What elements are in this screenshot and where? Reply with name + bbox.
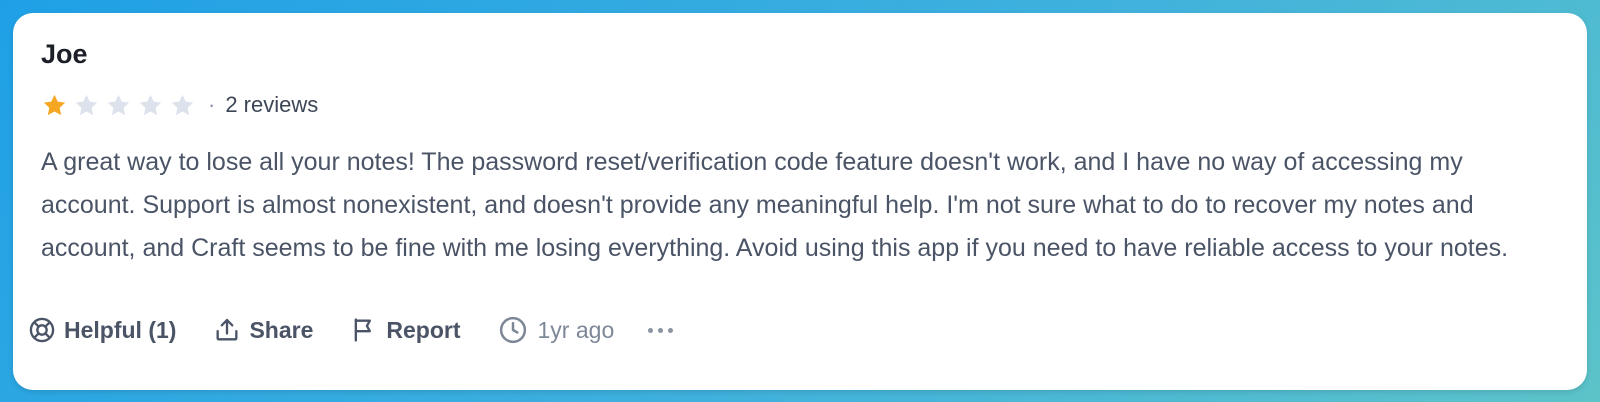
- more-horizontal-icon: [648, 327, 654, 333]
- separator-dot: ·: [208, 92, 216, 117]
- share-upload-icon: [213, 316, 241, 344]
- helpful-label: Helpful (1): [64, 316, 177, 343]
- star-empty-icon: [171, 94, 194, 115]
- review-timestamp: 1yr ago: [498, 315, 615, 345]
- reviewer-name: Joe: [41, 39, 88, 69]
- star-empty-icon: [107, 94, 130, 115]
- star-empty-icon: [139, 94, 162, 115]
- lifebuoy-icon: [28, 316, 56, 344]
- star-rating: [41, 92, 196, 119]
- star-empty-icon: [75, 94, 98, 115]
- share-label: Share: [249, 316, 314, 343]
- time-label: 1yr ago: [537, 316, 615, 343]
- review-count[interactable]: 2 reviews: [225, 92, 318, 118]
- helpful-button[interactable]: Helpful (1): [28, 316, 176, 344]
- more-options-button[interactable]: [648, 316, 674, 344]
- review-actions: Helpful (1) Share Report 1yr ago: [28, 313, 674, 347]
- rating-row: · 2 reviews: [41, 91, 1559, 119]
- share-button[interactable]: Share: [213, 316, 313, 344]
- flag-icon: [350, 316, 378, 344]
- report-label: Report: [386, 316, 461, 343]
- review-body: A great way to lose all your notes! The …: [41, 148, 1509, 262]
- report-button[interactable]: Report: [350, 316, 461, 344]
- star-filled-icon: [43, 94, 66, 115]
- clock-icon: [498, 315, 528, 345]
